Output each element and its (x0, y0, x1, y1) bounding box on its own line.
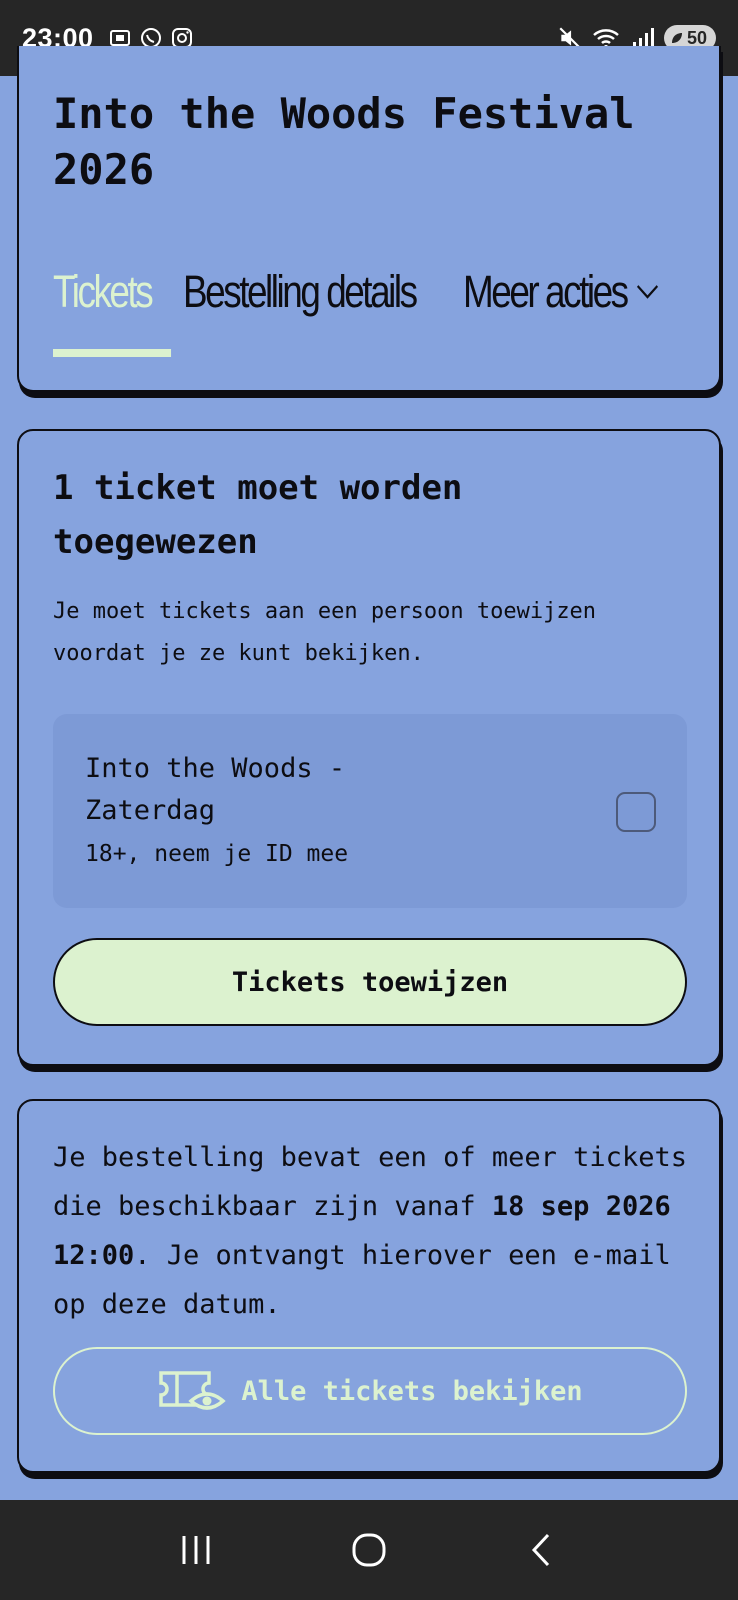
chevron-down-icon (636, 285, 658, 299)
tab-order-details[interactable]: Bestelling details (183, 266, 418, 318)
view-all-tickets-button[interactable]: Alle tickets bekijken (53, 1347, 687, 1435)
active-tab-indicator (53, 349, 172, 357)
view-all-tickets-label: Alle tickets bekijken (241, 1375, 583, 1407)
tab-bar: Tickets Bestelling details Meer acties (53, 266, 703, 357)
event-header-card: Into the Woods Festival 2026 Tickets Bes… (17, 46, 721, 392)
availability-text-after: . Je ontvangt hierover een e-mail op dez… (53, 1240, 671, 1320)
ticket-note: 18+, neem je ID mee (85, 841, 349, 867)
battery-saver-icon (671, 33, 682, 43)
assign-description: Je moet tickets aan een persoon toewijze… (53, 599, 597, 666)
system-navigation-bar (0, 1500, 738, 1600)
availability-text: Je bestelling bevat een of meer tickets … (53, 1133, 693, 1329)
assign-tickets-button[interactable]: Tickets toewijzen (53, 938, 687, 1026)
availability-info-card: Je bestelling bevat een of meer tickets … (17, 1099, 721, 1473)
back-icon[interactable] (524, 1532, 560, 1568)
tab-more-actions-label: Meer acties (463, 266, 629, 317)
ticket-checkbox[interactable] (616, 792, 656, 832)
assign-tickets-card: 1 ticket moet worden toegewezen Je moet … (17, 429, 721, 1066)
home-icon[interactable] (351, 1532, 387, 1568)
tab-more-actions[interactable]: Meer acties (463, 266, 659, 318)
tab-order-details-label: Bestelling details (183, 266, 418, 317)
ticket-name: Into the Woods - Zaterdag (85, 753, 346, 826)
ticket-eye-icon (159, 1371, 226, 1410)
recent-apps-icon[interactable] (178, 1532, 214, 1568)
event-title: Into the Woods Festival 2026 (53, 89, 635, 194)
assign-title: 1 ticket moet worden toegewezen (53, 468, 463, 562)
tab-tickets[interactable]: Tickets (53, 266, 172, 357)
tab-tickets-label: Tickets (53, 266, 154, 317)
ticket-item[interactable]: Into the Woods - Zaterdag 18+, neem je I… (53, 714, 687, 908)
